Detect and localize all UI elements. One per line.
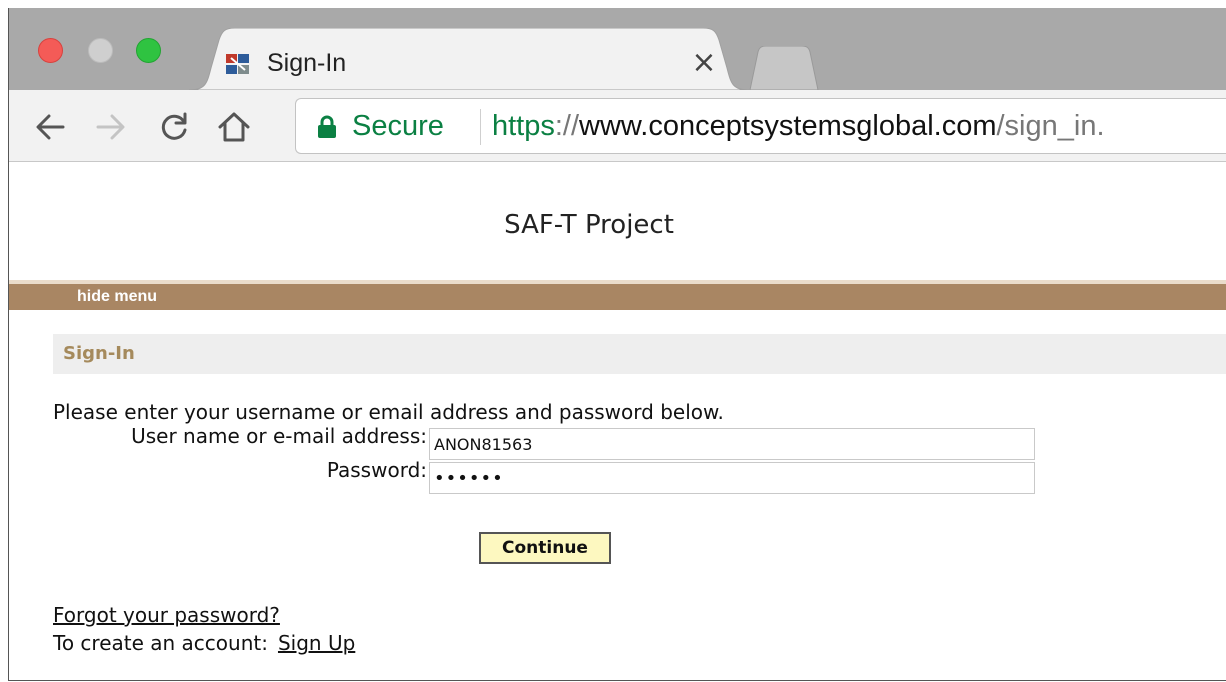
section-title: Sign-In — [63, 343, 135, 364]
create-account-text: To create an account: — [53, 631, 268, 655]
omnibox-divider — [480, 109, 481, 145]
maximize-window-button[interactable] — [136, 38, 161, 63]
password-label: Password: — [326, 458, 427, 482]
url-scheme: https — [492, 110, 555, 142]
forward-arrow-icon[interactable] — [94, 110, 128, 144]
url-separator: :// — [554, 110, 580, 142]
new-tab-button[interactable] — [744, 46, 824, 90]
username-field[interactable] — [429, 428, 1035, 460]
menu-bar: hide menu — [9, 284, 1226, 310]
sign-up-link[interactable]: Sign Up — [278, 631, 355, 655]
secure-label: Secure — [352, 110, 444, 142]
url-text[interactable]: https://www.conceptsystemsglobal.com/sig… — [492, 109, 1105, 143]
minimize-window-button[interactable] — [88, 38, 113, 63]
browser-window: Sign-In × Secure https://www.conceptsyst… — [8, 8, 1226, 681]
home-icon[interactable] — [217, 110, 251, 144]
tab-sign-in[interactable]: Sign-In × — [189, 28, 749, 90]
address-bar[interactable]: Secure https://www.conceptsystemsglobal.… — [295, 98, 1226, 154]
tab-title: Sign-In — [267, 49, 347, 77]
close-window-button[interactable] — [38, 38, 63, 63]
lock-icon — [318, 115, 336, 138]
password-field[interactable] — [429, 462, 1035, 494]
favicon-icon — [226, 54, 249, 74]
create-account-line: To create an account: Sign Up — [53, 631, 355, 655]
url-host: www.conceptsystemsglobal.com — [579, 110, 997, 142]
page-content: SAF-T Project hide menu Sign-In Please e… — [9, 162, 1226, 680]
page-title: SAF-T Project — [504, 210, 674, 240]
close-icon[interactable]: × — [689, 48, 719, 78]
username-label: User name or e-mail address: — [131, 424, 427, 448]
forgot-password-link[interactable]: Forgot your password? — [53, 603, 280, 627]
sign-in-instructions: Please enter your username or email addr… — [53, 400, 724, 424]
hide-menu-link[interactable]: hide menu — [77, 287, 157, 307]
browser-toolbar: Secure https://www.conceptsystemsglobal.… — [9, 90, 1226, 162]
reload-icon[interactable] — [157, 110, 191, 144]
section-header: Sign-In — [53, 334, 1226, 374]
back-arrow-icon[interactable] — [33, 110, 67, 144]
continue-button[interactable]: Continue — [479, 532, 611, 564]
url-path: /sign_in. — [996, 110, 1105, 142]
tab-strip: Sign-In × — [9, 8, 1226, 90]
